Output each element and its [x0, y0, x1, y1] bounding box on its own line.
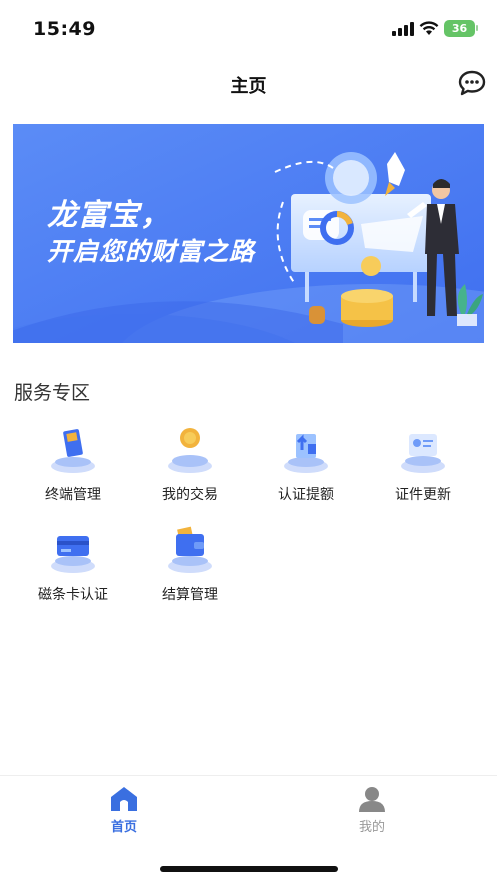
status-time: 15:49 — [33, 18, 96, 40]
tab-home[interactable]: 首页 — [74, 786, 174, 842]
section-title: 服务专区 — [14, 382, 91, 404]
home-icon — [111, 787, 137, 811]
id-card-icon — [401, 434, 445, 473]
page-title: 主页 — [230, 76, 267, 97]
nav-bar: 主页 — [0, 58, 497, 110]
app-screen: 15:49 36 主页 龙富宝， 开启您的财富之路 服务专区 终端管理 我的交易… — [0, 0, 497, 883]
battery-icon: 36 — [444, 20, 475, 37]
cellular-signal-icon — [392, 22, 414, 36]
tab-mine[interactable]: 我的 — [322, 786, 422, 842]
service-label: 结算管理 — [162, 587, 218, 603]
wifi-icon — [419, 21, 439, 35]
service-label: 认证提额 — [278, 487, 334, 503]
tab-home-label: 首页 — [110, 820, 137, 835]
service-label: 磁条卡认证 — [38, 587, 108, 603]
status-bar: 15:49 36 — [0, 0, 497, 58]
service-my-transactions[interactable]: 我的交易 — [130, 424, 250, 516]
banner-headline: 龙富宝， — [47, 198, 171, 233]
service-label: 证件更新 — [395, 487, 451, 503]
service-certify-raise-limit[interactable]: 认证提额 — [246, 424, 366, 516]
service-terminal-management[interactable]: 终端管理 — [13, 424, 133, 516]
promo-banner[interactable]: 龙富宝， 开启您的财富之路 — [13, 124, 484, 343]
service-label: 终端管理 — [45, 487, 101, 503]
user-icon — [359, 787, 385, 812]
banner-subheadline: 开启您的财富之路 — [47, 237, 256, 266]
service-magstripe-certify[interactable]: 磁条卡认证 — [13, 524, 133, 616]
battery-level: 36 — [451, 22, 468, 35]
service-id-update[interactable]: 证件更新 — [363, 424, 483, 516]
tab-mine-label: 我的 — [358, 820, 385, 835]
terminal-icon — [51, 429, 95, 473]
upload-certify-icon — [284, 434, 328, 473]
service-label: 我的交易 — [162, 487, 218, 503]
message-icon[interactable] — [458, 70, 486, 96]
bank-card-icon — [51, 536, 95, 573]
battery-cap — [476, 25, 478, 31]
service-settlement-management[interactable]: 结算管理 — [130, 524, 250, 616]
home-indicator[interactable] — [160, 866, 338, 872]
wallet-icon — [168, 526, 212, 573]
coin-icon — [168, 428, 212, 473]
